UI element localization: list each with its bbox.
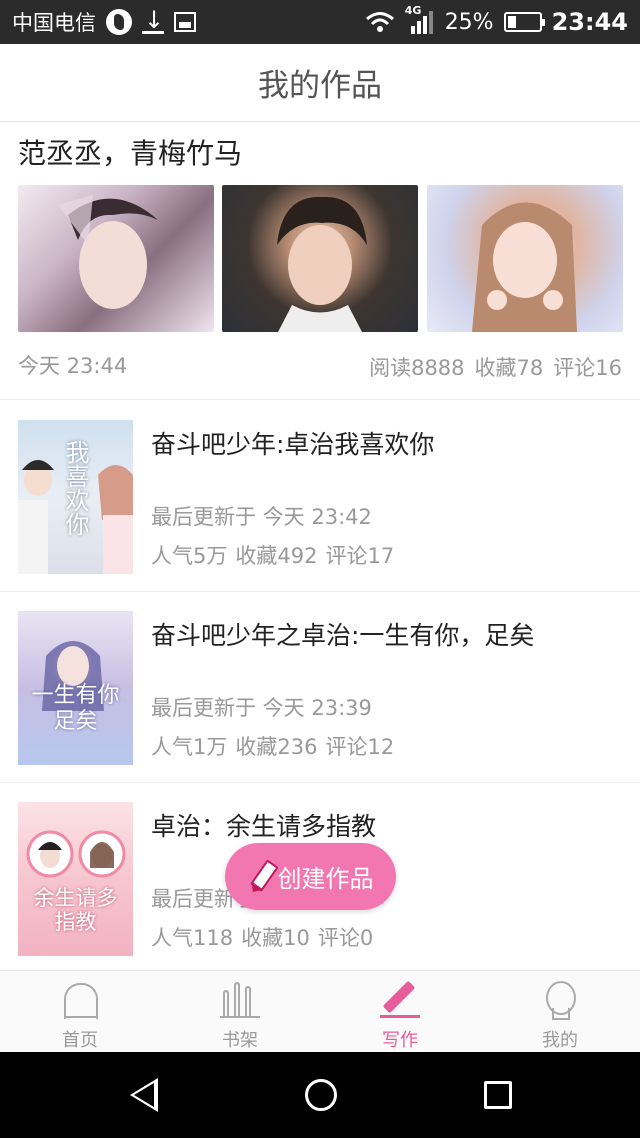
tab-home[interactable]: 首页 (0, 971, 160, 1052)
featured-stats: 阅读8888 收藏78 评论16 (369, 352, 622, 382)
cover-text: 余生请多指教 (33, 886, 118, 934)
work-title[interactable]: 卓治：余生请多指教 (151, 807, 376, 843)
bookshelf-icon (220, 981, 260, 1020)
featured-work[interactable]: 范丞丞，青梅竹马 今天 23:44 阅读8888 收藏78 评论16 (0, 122, 640, 400)
profile-icon (540, 981, 580, 1020)
work-favorites: 收藏10 (241, 926, 310, 950)
create-work-label: 创建作品 (277, 865, 374, 893)
download-icon (142, 6, 164, 34)
featured-time: 今天 23:44 (18, 354, 128, 378)
work-comments: 评论0 (317, 926, 374, 950)
app-header: 我的作品 (0, 44, 640, 122)
work-stats: 人气1万 收藏236 评论12 (151, 731, 394, 761)
work-updated: 最后更新于 今天 23:42 (151, 505, 372, 529)
tab-home-label: 首页 (62, 1030, 98, 1051)
cover-text: 一生有你足矣 (31, 683, 120, 734)
signal-icon: 4G (405, 4, 435, 34)
pencil-icon (240, 854, 282, 898)
tab-bookshelf[interactable]: 书架 (160, 971, 320, 1052)
work-updated: 最后更新于 今天 23:39 (151, 696, 372, 720)
system-nav-bar (0, 1052, 640, 1138)
featured-reads: 阅读8888 (369, 356, 465, 380)
create-work-button[interactable]: 创建作品 (225, 843, 396, 910)
pen-icon (380, 981, 420, 1020)
featured-image-2[interactable] (222, 185, 418, 332)
back-icon[interactable] (130, 1078, 158, 1112)
work-cover[interactable]: 我喜欢你 (18, 420, 133, 574)
work-cover[interactable]: 余生请多指教 (18, 802, 133, 956)
bottom-tab-bar: 首页 书架 写作 我的 (0, 970, 640, 1052)
work-cover[interactable]: 一生有你足矣 (18, 611, 133, 765)
featured-image-1[interactable] (18, 185, 214, 332)
cover-text: 我喜欢你 (61, 440, 89, 536)
work-favorites: 收藏492 (235, 544, 318, 568)
home-circle-icon[interactable] (305, 1079, 337, 1111)
tab-write-label: 写作 (382, 1030, 418, 1051)
status-left: 中国电信 (12, 0, 196, 44)
globe-icon (106, 9, 132, 35)
work-item[interactable]: 一生有你足矣 奋斗吧少年之卓治:一生有你，足矣 最后更新于 今天 23:39 人… (0, 592, 640, 783)
featured-favorites: 收藏78 (474, 356, 544, 380)
work-popularity: 人气118 (151, 926, 234, 950)
carrier-name: 中国电信 (12, 11, 96, 35)
battery-percent: 25% (444, 9, 494, 35)
work-comments: 评论17 (325, 544, 395, 568)
tab-profile-label: 我的 (542, 1030, 578, 1051)
work-title[interactable]: 奋斗吧少年:卓治我喜欢你 (151, 425, 434, 461)
tab-profile[interactable]: 我的 (480, 971, 640, 1052)
page-title: 我的作品 (258, 68, 382, 104)
work-stats: 人气118 收藏10 评论0 (151, 922, 373, 952)
work-stats: 人气5万 收藏492 评论17 (151, 540, 394, 570)
status-right: 4G 25% 23:44 (365, 0, 628, 44)
work-item[interactable]: 我喜欢你 奋斗吧少年:卓治我喜欢你 最后更新于 今天 23:42 人气5万 收藏… (0, 401, 640, 592)
tab-bookshelf-label: 书架 (222, 1030, 258, 1051)
featured-image-3[interactable] (427, 185, 623, 332)
battery-icon (503, 12, 545, 32)
work-comments: 评论12 (325, 735, 395, 759)
work-favorites: 收藏236 (235, 735, 318, 759)
status-bar: 中国电信 4G 25% 23:44 (0, 0, 640, 44)
work-popularity: 人气5万 (151, 544, 228, 568)
work-popularity: 人气1万 (151, 735, 228, 759)
home-icon (60, 981, 100, 1020)
tab-write[interactable]: 写作 (320, 971, 480, 1052)
work-title[interactable]: 奋斗吧少年之卓治:一生有你，足矣 (151, 616, 534, 652)
clock: 23:44 (551, 8, 628, 36)
wifi-icon (365, 12, 394, 32)
recent-apps-icon[interactable] (484, 1081, 512, 1109)
featured-title[interactable]: 范丞丞，青梅竹马 (18, 132, 242, 172)
featured-comments: 评论16 (553, 356, 622, 380)
image-icon (174, 12, 196, 32)
